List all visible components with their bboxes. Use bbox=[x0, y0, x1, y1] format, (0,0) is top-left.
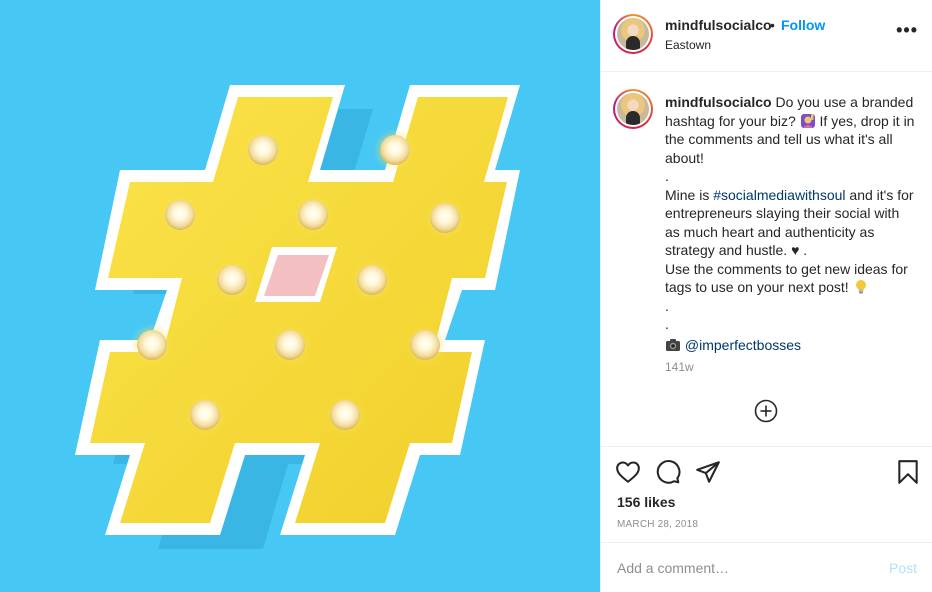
credit-handle-link[interactable]: @imperfectbosses bbox=[685, 337, 801, 353]
caption-dot-1: . bbox=[665, 168, 669, 184]
post-header: mindfulsocialco • Follow Eastown ••• bbox=[601, 0, 932, 72]
comment-input[interactable] bbox=[617, 557, 867, 579]
caption-line3: Use the comments to get new ideas for ta… bbox=[665, 260, 908, 296]
post-caption: mindfulsocialco Do you use a branded has… bbox=[665, 93, 915, 354]
hashtag-marquee-image bbox=[0, 0, 600, 592]
follow-button[interactable]: Follow bbox=[781, 17, 825, 33]
separator-dot: • bbox=[770, 17, 775, 33]
camera-emoji-icon bbox=[666, 338, 680, 351]
post-side-panel: mindfulsocialco • Follow Eastown ••• min… bbox=[600, 0, 932, 592]
comments-section: mindfulsocialco Do you use a branded has… bbox=[601, 73, 932, 446]
more-options-icon[interactable]: ••• bbox=[896, 20, 918, 41]
location-link[interactable]: Eastown bbox=[665, 38, 711, 52]
post-actions: 156 likes MARCH 28, 2018 bbox=[601, 446, 932, 542]
post-date: MARCH 28, 2018 bbox=[617, 519, 699, 530]
author-username[interactable]: mindfulsocialco bbox=[665, 17, 772, 33]
author-avatar[interactable] bbox=[613, 14, 653, 54]
comment-icon[interactable] bbox=[655, 459, 681, 485]
caption-author-avatar[interactable] bbox=[613, 89, 653, 129]
share-paper-plane-icon[interactable] bbox=[695, 459, 721, 485]
caption-dot-3: . bbox=[665, 316, 669, 332]
caption-dot-2: . bbox=[665, 297, 669, 314]
save-bookmark-icon[interactable] bbox=[895, 459, 921, 485]
like-heart-icon[interactable] bbox=[615, 459, 641, 485]
caption-mine-prefix: Mine is bbox=[665, 186, 714, 203]
caption-username[interactable]: mindfulsocialco bbox=[665, 94, 772, 110]
hashtag-link[interactable]: #socialmediawithsoul bbox=[713, 187, 845, 203]
lightbulb-emoji-icon bbox=[855, 280, 866, 294]
likes-count[interactable]: 156 likes bbox=[617, 494, 675, 510]
raising-hand-emoji-icon bbox=[800, 113, 815, 128]
caption-time-ago[interactable]: 141w bbox=[665, 360, 694, 374]
load-more-comments-icon[interactable] bbox=[754, 399, 778, 423]
add-comment-bar: Post bbox=[601, 542, 932, 592]
post-comment-button[interactable]: Post bbox=[889, 560, 917, 576]
post-photo[interactable] bbox=[0, 0, 600, 592]
